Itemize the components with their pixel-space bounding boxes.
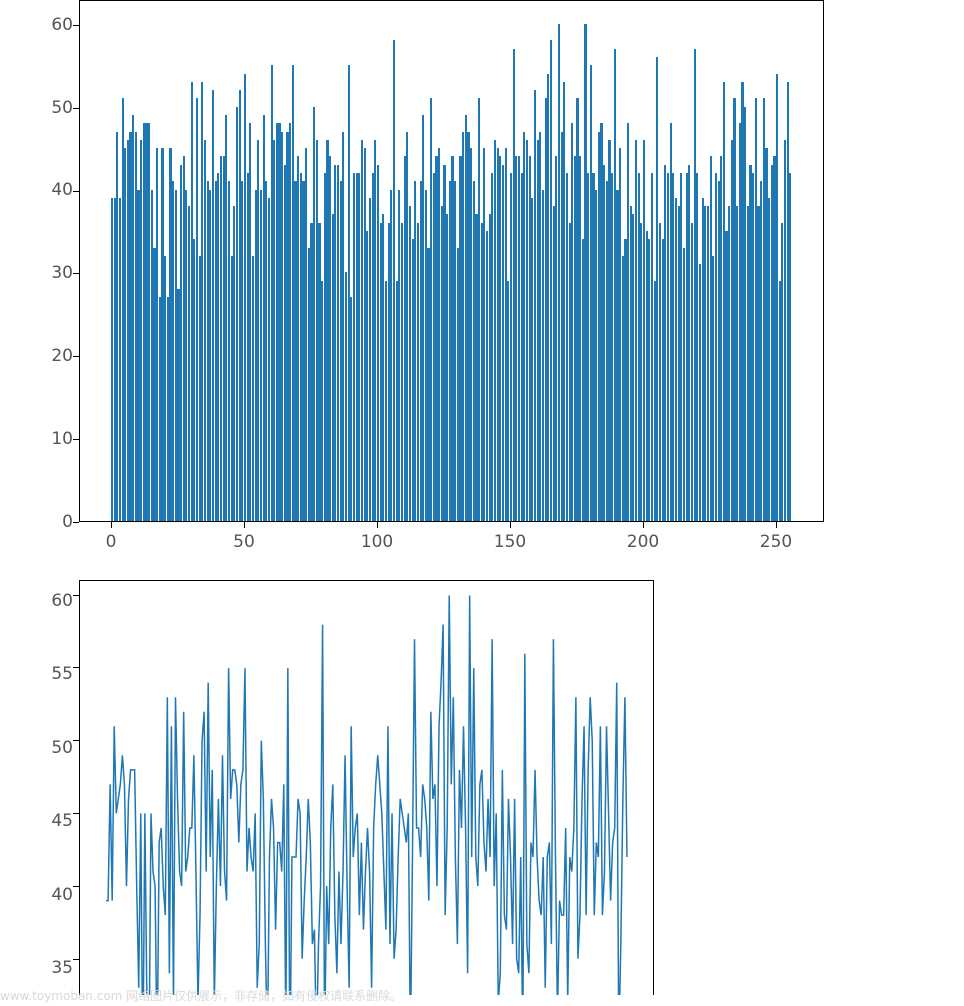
y-tick-label: 55 [47, 664, 73, 684]
plot-area-bar [79, 0, 824, 522]
y-tick-label: 20 [47, 346, 73, 366]
plot-area-line [79, 580, 654, 995]
y-tick-label: 50 [47, 738, 73, 758]
y-tick-label: 30 [47, 263, 73, 283]
x-tick-label: 200 [627, 532, 659, 552]
watermark-text: www.toymoban.com 网络图片仅供展示，非存储，如有侵权请联系删除。 [0, 987, 402, 1004]
x-tick-label: 150 [494, 532, 526, 552]
x-tick-label: 250 [760, 532, 792, 552]
y-tick-label: 0 [47, 512, 73, 532]
y-tick-label: 60 [47, 15, 73, 35]
figure-top: 0 10 20 30 40 50 60 0 50 100 150 200 250 [0, 0, 964, 570]
y-tick-label: 60 [47, 591, 73, 611]
x-tick-label: 100 [361, 532, 393, 552]
y-tick-label: 40 [47, 885, 73, 905]
y-tick-label: 10 [47, 429, 73, 449]
y-tick-label: 50 [47, 98, 73, 118]
y-tick-label: 40 [47, 180, 73, 200]
figure-bottom: 35 40 45 50 55 60 www.toymoban.com 网络图片仅… [0, 570, 964, 1006]
x-tick-label: 0 [106, 532, 117, 552]
y-tick-label: 45 [47, 811, 73, 831]
bar [789, 173, 791, 521]
x-tick-label: 50 [233, 532, 255, 552]
y-tick-label: 35 [47, 958, 73, 978]
line-series [80, 581, 653, 995]
